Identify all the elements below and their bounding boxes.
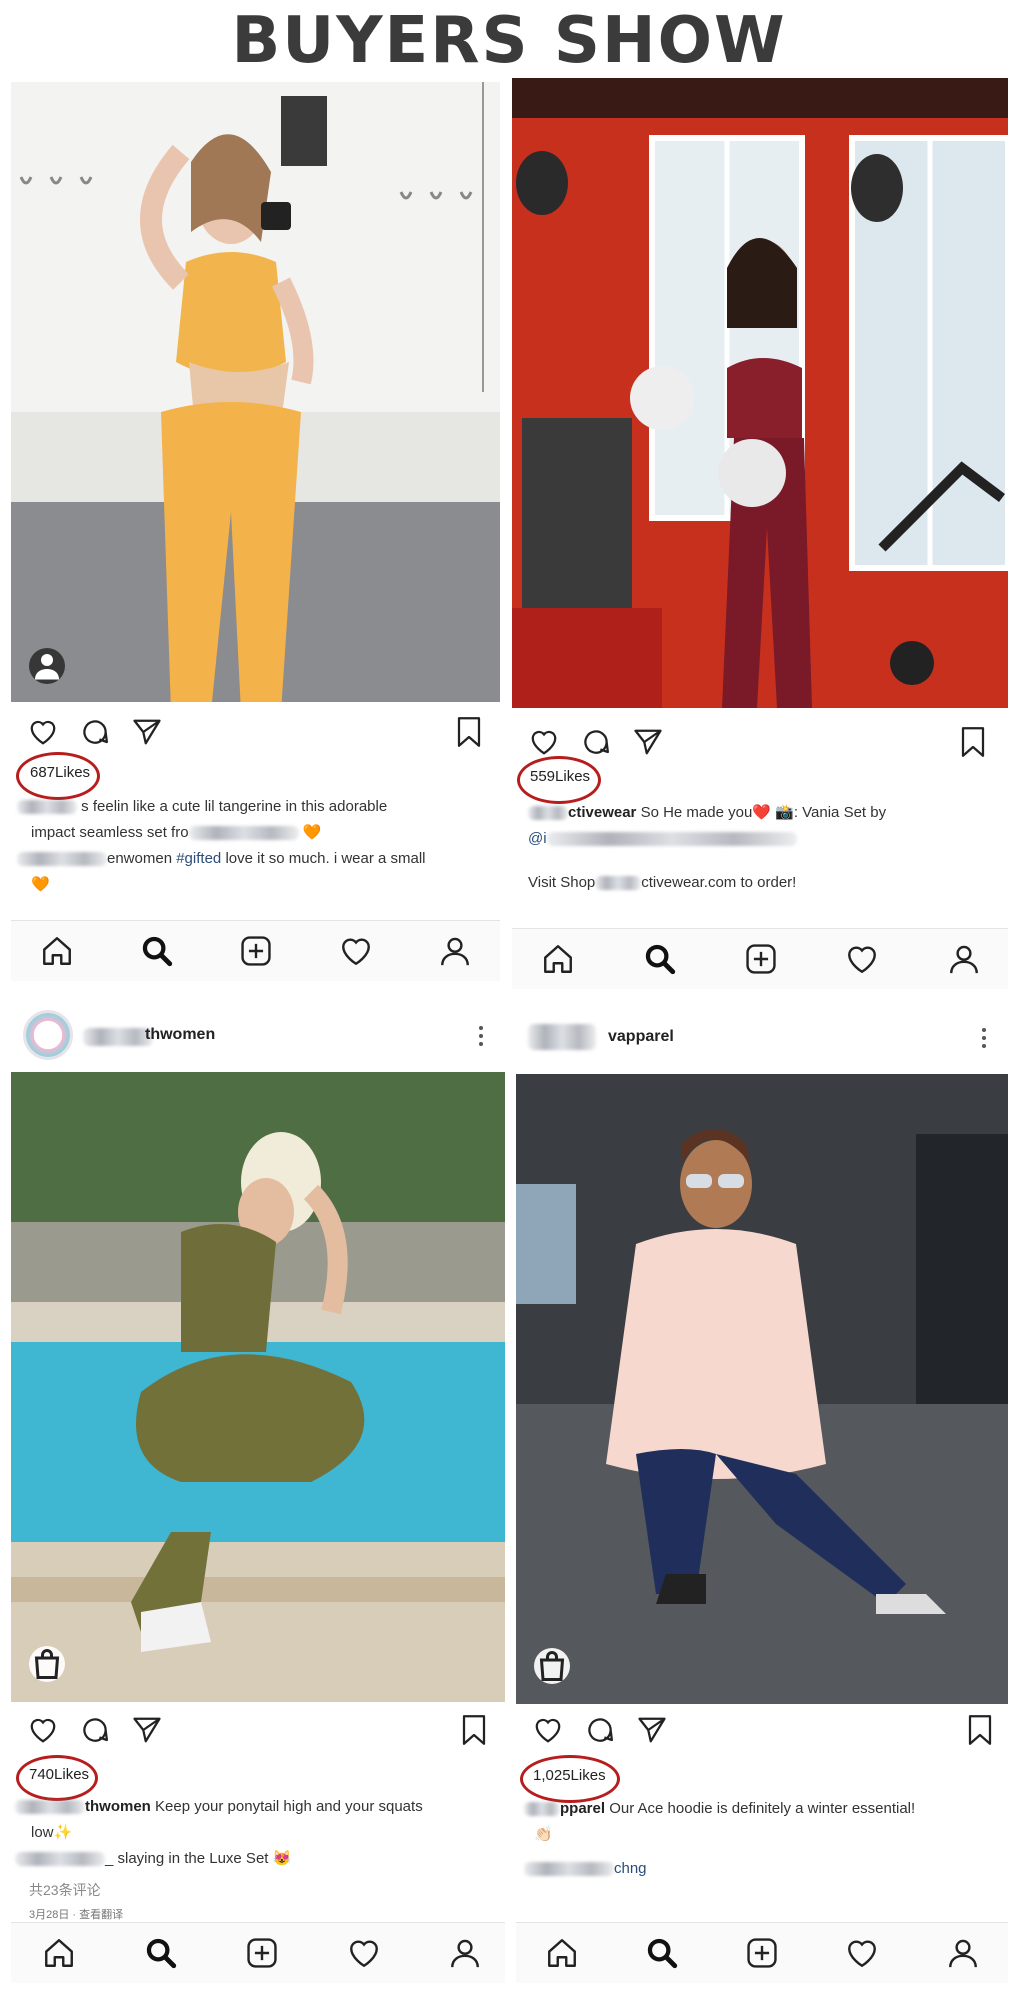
blurred-link: [595, 876, 642, 891]
profile-icon[interactable]: [944, 939, 984, 979]
activity-icon[interactable]: [842, 1933, 882, 1973]
blurred-handle: [188, 826, 299, 841]
blurred-handle: [15, 1852, 105, 1867]
add-icon[interactable]: [236, 931, 276, 971]
activity-icon[interactable]: [336, 931, 376, 971]
more-options-icon[interactable]: [974, 1023, 994, 1053]
hashtag-link[interactable]: #gifted: [176, 850, 221, 867]
like-button[interactable]: [25, 1712, 61, 1748]
activity-icon[interactable]: [842, 939, 882, 979]
blurred-handle: [17, 852, 107, 867]
blurred-username: [17, 800, 77, 815]
blurred-username: [83, 1028, 153, 1046]
profile-icon[interactable]: [943, 1933, 983, 1973]
likes-label: Likes: [54, 1766, 90, 1783]
share-button[interactable]: [630, 724, 666, 760]
comment-button[interactable]: [578, 724, 614, 760]
likes-label: Likes: [55, 764, 91, 781]
home-icon[interactable]: [37, 931, 77, 971]
search-icon[interactable]: [137, 931, 177, 971]
save-button[interactable]: [955, 724, 991, 760]
post-caption: s feelin like a cute lil tangerine in th…: [17, 794, 497, 898]
likes-label: Likes: [570, 1767, 606, 1784]
blurred-handle: [546, 832, 797, 847]
post-card-4: vapparel 1,025Likes pparel Our Ace hoodi…: [516, 1000, 1008, 1990]
blurred-username: [15, 1800, 85, 1815]
home-icon[interactable]: [542, 1933, 582, 1973]
comment-count-link[interactable]: 共23条评论: [29, 1880, 101, 1900]
post-caption: thwomen Keep your ponytail high and your…: [15, 1794, 503, 1872]
likes-number: 559: [530, 768, 556, 785]
like-button[interactable]: [25, 714, 61, 750]
likes-number: 740: [29, 1766, 55, 1783]
comment-button[interactable]: [77, 1712, 113, 1748]
search-icon[interactable]: [141, 1933, 181, 1973]
post-photo[interactable]: [11, 1072, 505, 1702]
bottom-tab-bar: [516, 1922, 1008, 1983]
blurred-avatar: [528, 1024, 596, 1050]
shopping-bag-icon[interactable]: [534, 1648, 570, 1684]
likes-count: 559Likes: [530, 768, 590, 785]
bottom-tab-bar: [512, 928, 1008, 989]
likes-number: 687: [30, 764, 56, 781]
likes-count: 1,025Likes: [533, 1767, 606, 1784]
likes-label: Likes: [555, 768, 591, 785]
post-photo[interactable]: [516, 1074, 1008, 1704]
bottom-tab-bar: [11, 920, 500, 981]
post-photo[interactable]: [512, 78, 1008, 708]
save-button[interactable]: [451, 714, 487, 750]
profile-icon[interactable]: [435, 931, 475, 971]
username[interactable]: vapparel: [608, 1028, 674, 1046]
save-button[interactable]: [962, 1712, 998, 1748]
post-card-2: 559Likes ctivewear So He made you❤️ 📸: V…: [512, 78, 1008, 989]
bottom-tab-bar: [11, 1922, 505, 1983]
post-card-1: 687Likes s feelin like a cute lil tanger…: [11, 82, 500, 981]
add-icon[interactable]: [242, 1933, 282, 1973]
like-button[interactable]: [530, 1712, 566, 1748]
likes-count: 740Likes: [29, 1766, 89, 1783]
share-button[interactable]: [634, 1712, 670, 1748]
avatar[interactable]: [23, 1010, 73, 1060]
comment-button[interactable]: [77, 714, 113, 750]
home-icon[interactable]: [39, 1933, 79, 1973]
profile-icon[interactable]: [445, 1933, 485, 1973]
blurred-username: [524, 1802, 560, 1817]
likes-count: 687Likes: [30, 764, 90, 781]
likes-number: 1,025: [533, 1767, 571, 1784]
blurred-handle: [524, 1862, 614, 1877]
post-card-3: thwomen 740Likes thwomen Keep your ponyt…: [11, 1000, 505, 1990]
add-icon[interactable]: [742, 1933, 782, 1973]
home-icon[interactable]: [538, 939, 578, 979]
post-caption: ctivewear So He made you❤️ 📸: Vania Set …: [528, 804, 887, 891]
save-button[interactable]: [456, 1712, 492, 1748]
post-photo[interactable]: [11, 82, 500, 702]
post-header: vapparel: [516, 1006, 1008, 1066]
share-button[interactable]: [129, 1712, 165, 1748]
comment-button[interactable]: [582, 1712, 618, 1748]
post-header: thwomen: [11, 1006, 505, 1066]
like-button[interactable]: [526, 724, 562, 760]
activity-icon[interactable]: [344, 1933, 384, 1973]
shopping-bag-icon[interactable]: [29, 1646, 65, 1682]
username[interactable]: thwomen: [145, 1026, 215, 1044]
post-caption: pparel Our Ace hoodie is definitely a wi…: [524, 1796, 1006, 1882]
page-title: BUYERS SHOW: [231, 4, 787, 78]
search-icon[interactable]: [642, 1933, 682, 1973]
more-options-icon[interactable]: [471, 1021, 491, 1051]
tagged-people-icon[interactable]: [29, 648, 65, 684]
search-icon[interactable]: [640, 939, 680, 979]
blurred-username: [528, 806, 568, 821]
post-date: 3月28日 · 查看翻译: [29, 1909, 124, 1921]
add-icon[interactable]: [741, 939, 781, 979]
share-button[interactable]: [129, 714, 165, 750]
